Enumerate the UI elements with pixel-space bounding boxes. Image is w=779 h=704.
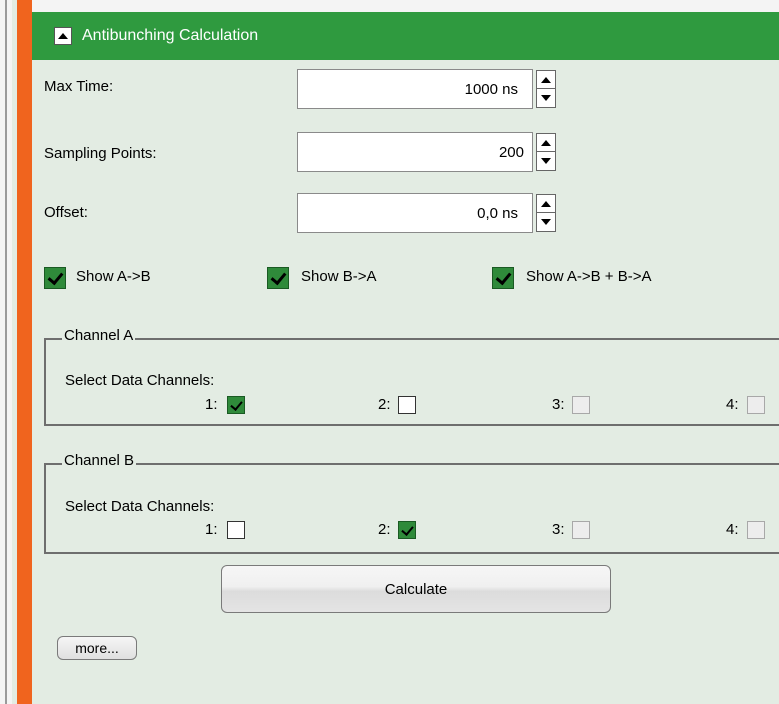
show-b-to-a-checkbox[interactable] bbox=[267, 267, 289, 289]
channel-b-4-label: 4: bbox=[726, 521, 739, 538]
offset-input[interactable]: 0,0 ns bbox=[297, 193, 533, 233]
collapse-toggle-icon[interactable] bbox=[54, 27, 72, 45]
channel-a-3-label: 3: bbox=[552, 396, 565, 413]
sampling-points-spinner[interactable] bbox=[536, 133, 556, 171]
show-a-to-b-label: Show A->B bbox=[76, 268, 151, 285]
sampling-points-label: Sampling Points: bbox=[44, 145, 157, 162]
checkmark-icon bbox=[47, 268, 63, 285]
left-divider bbox=[5, 0, 7, 704]
checkmark-icon bbox=[270, 268, 286, 285]
sampling-points-input[interactable]: 200 bbox=[297, 132, 533, 172]
section-header[interactable]: Antibunching Calculation bbox=[32, 12, 779, 60]
channel-a-select-label: Select Data Channels: bbox=[65, 372, 215, 389]
channel-a-2-label: 2: bbox=[378, 396, 391, 413]
more-button[interactable]: more... bbox=[57, 636, 137, 660]
checkmark-icon bbox=[229, 397, 243, 411]
checkmark-icon bbox=[400, 522, 414, 536]
increment-arrow-icon[interactable] bbox=[537, 195, 555, 213]
decrement-arrow-icon[interactable] bbox=[537, 89, 555, 107]
increment-arrow-icon[interactable] bbox=[537, 134, 555, 152]
channel-b-3-checkbox bbox=[572, 521, 590, 539]
channel-a-2-checkbox[interactable] bbox=[398, 396, 416, 414]
channel-b-select-label: Select Data Channels: bbox=[65, 498, 215, 515]
channel-b-4-checkbox bbox=[747, 521, 765, 539]
accent-bar bbox=[17, 0, 32, 704]
channel-b-1-label: 1: bbox=[205, 521, 218, 538]
calculate-button[interactable]: Calculate bbox=[221, 565, 611, 613]
channel-a-3-checkbox bbox=[572, 396, 590, 414]
show-b-to-a-label: Show B->A bbox=[301, 268, 377, 285]
section-title: Antibunching Calculation bbox=[82, 27, 259, 44]
offset-spinner[interactable] bbox=[536, 194, 556, 232]
channel-a-1-label: 1: bbox=[205, 396, 218, 413]
max-time-label: Max Time: bbox=[44, 78, 114, 95]
channel-a-4-label: 4: bbox=[726, 396, 739, 413]
checkmark-icon bbox=[495, 268, 511, 285]
increment-arrow-icon[interactable] bbox=[537, 71, 555, 89]
show-both-label: Show A->B + B->A bbox=[526, 268, 652, 285]
show-a-to-b-checkbox[interactable] bbox=[44, 267, 66, 289]
max-time-input[interactable]: 1000 ns bbox=[297, 69, 533, 109]
channel-a-title: Channel A bbox=[62, 327, 136, 344]
top-gap bbox=[32, 0, 779, 12]
channel-b-2-checkbox[interactable] bbox=[398, 521, 416, 539]
show-both-checkbox[interactable] bbox=[492, 267, 514, 289]
channel-b-1-checkbox[interactable] bbox=[227, 521, 245, 539]
channel-b-3-label: 3: bbox=[552, 521, 565, 538]
channel-b-2-label: 2: bbox=[378, 521, 391, 538]
decrement-arrow-icon[interactable] bbox=[537, 152, 555, 170]
decrement-arrow-icon[interactable] bbox=[537, 213, 555, 231]
offset-label: Offset: bbox=[44, 204, 88, 221]
channel-b-title: Channel B bbox=[62, 452, 137, 469]
max-time-spinner[interactable] bbox=[536, 70, 556, 108]
channel-a-4-checkbox bbox=[747, 396, 765, 414]
channel-a-1-checkbox[interactable] bbox=[227, 396, 245, 414]
